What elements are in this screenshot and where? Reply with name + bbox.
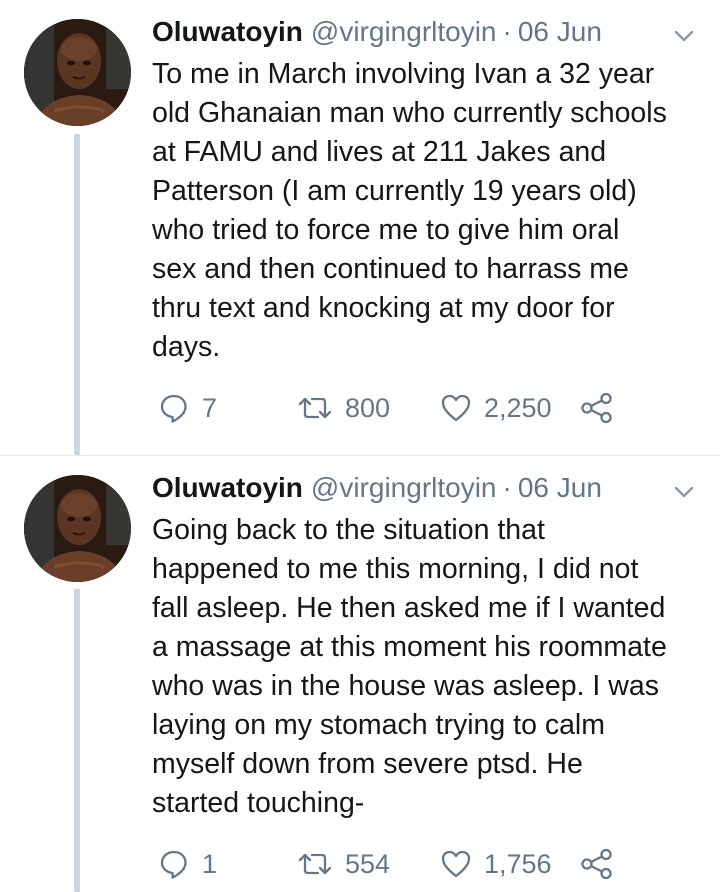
retweet-button[interactable]: 800 (297, 388, 390, 428)
tweet-text-line: Patterson (I am currently 19 years old) (152, 175, 637, 207)
tweet-actions: 1 554 1,756 (152, 844, 712, 884)
tweet-text: To me in March involving Ivan a 32 year … (152, 55, 712, 367)
tweet[interactable]: Oluwatoyin @virgingrltoyin · 06 Jun To me i… (0, 0, 720, 455)
reply-count: 1 (202, 848, 218, 879)
tweet-text-line: who was in the house was asleep. I was (152, 670, 659, 702)
heart-icon (440, 392, 472, 424)
retweet-count: 554 (345, 848, 391, 879)
like-button[interactable]: 1,756 (440, 844, 552, 884)
retweet-icon (297, 848, 333, 880)
separator-dot: · (502, 472, 512, 503)
tweet-text-line: fall asleep. He then asked me if I wante… (152, 592, 666, 624)
tweet-header: Oluwatoyin @virgingrltoyin · 06 Jun (152, 470, 700, 506)
retweet-icon (297, 392, 333, 424)
tweet-text-line: myself down from severe ptsd. He (152, 748, 583, 780)
like-button[interactable]: 2,250 (440, 388, 552, 428)
author-handle[interactable]: @virgingrltoyin (311, 472, 497, 503)
tweet-text-line: started touching- (152, 787, 365, 819)
tweet-header: Oluwatoyin @virgingrltoyin · 06 Jun (152, 14, 700, 50)
share-icon (580, 392, 614, 424)
retweet-button[interactable]: 554 (297, 844, 390, 884)
thread-line (74, 589, 80, 892)
tweet-text-line: To me in March involving Ivan a 32 year (152, 58, 655, 90)
heart-icon (440, 848, 472, 880)
tweet-actions: 7 800 2,250 (152, 388, 712, 428)
tweet-date[interactable]: 06 Jun (518, 16, 602, 47)
retweet-count: 800 (345, 392, 391, 423)
tweet-text-line: sex and then continued to harrass me (152, 253, 629, 285)
chevron-down-icon[interactable] (672, 480, 696, 504)
reply-bubble-icon (158, 848, 190, 880)
like-count: 2,250 (484, 392, 552, 423)
tweet[interactable]: Oluwatoyin @virgingrltoyin · 06 Jun Going b… (0, 455, 720, 892)
avatar-photo (24, 19, 131, 126)
avatar[interactable] (24, 19, 131, 126)
share-button[interactable] (580, 388, 614, 428)
chevron-down-icon[interactable] (672, 24, 696, 48)
tweet-text-line: happened to me this morning, I did not (152, 553, 639, 585)
tweet-text: Going back to the situation that happene… (152, 511, 712, 823)
tweet-text-line: laying on my stomach trying to calm (152, 709, 606, 741)
reply-count: 7 (202, 392, 218, 423)
tweet-text-line: old Ghanaian man who currently schools (152, 97, 667, 129)
thread-line (74, 134, 80, 455)
tweet-text-line: at FAMU and lives at 211 Jakes and (152, 136, 607, 168)
author-name[interactable]: Oluwatoyin (152, 16, 303, 47)
like-count: 1,756 (484, 848, 552, 879)
reply-button[interactable]: 1 (158, 844, 217, 884)
tweet-text-line: who tried to force me to give him oral (152, 214, 620, 246)
author-name[interactable]: Oluwatoyin (152, 472, 303, 503)
tweet-text-line: days. (152, 331, 221, 363)
tweet-text-line: thru text and knocking at my door for (152, 292, 615, 324)
avatar[interactable] (24, 475, 131, 582)
avatar-photo (24, 475, 131, 582)
tweet-date[interactable]: 06 Jun (518, 472, 602, 503)
share-button[interactable] (580, 844, 614, 884)
reply-button[interactable]: 7 (158, 388, 217, 428)
tweet-text-line: a massage at this moment his roommate (152, 631, 667, 663)
author-handle[interactable]: @virgingrltoyin (311, 16, 497, 47)
reply-bubble-icon (158, 392, 190, 424)
share-icon (580, 848, 614, 880)
tweet-text-line: Going back to the situation that (152, 514, 545, 546)
separator-dot: · (502, 16, 512, 47)
